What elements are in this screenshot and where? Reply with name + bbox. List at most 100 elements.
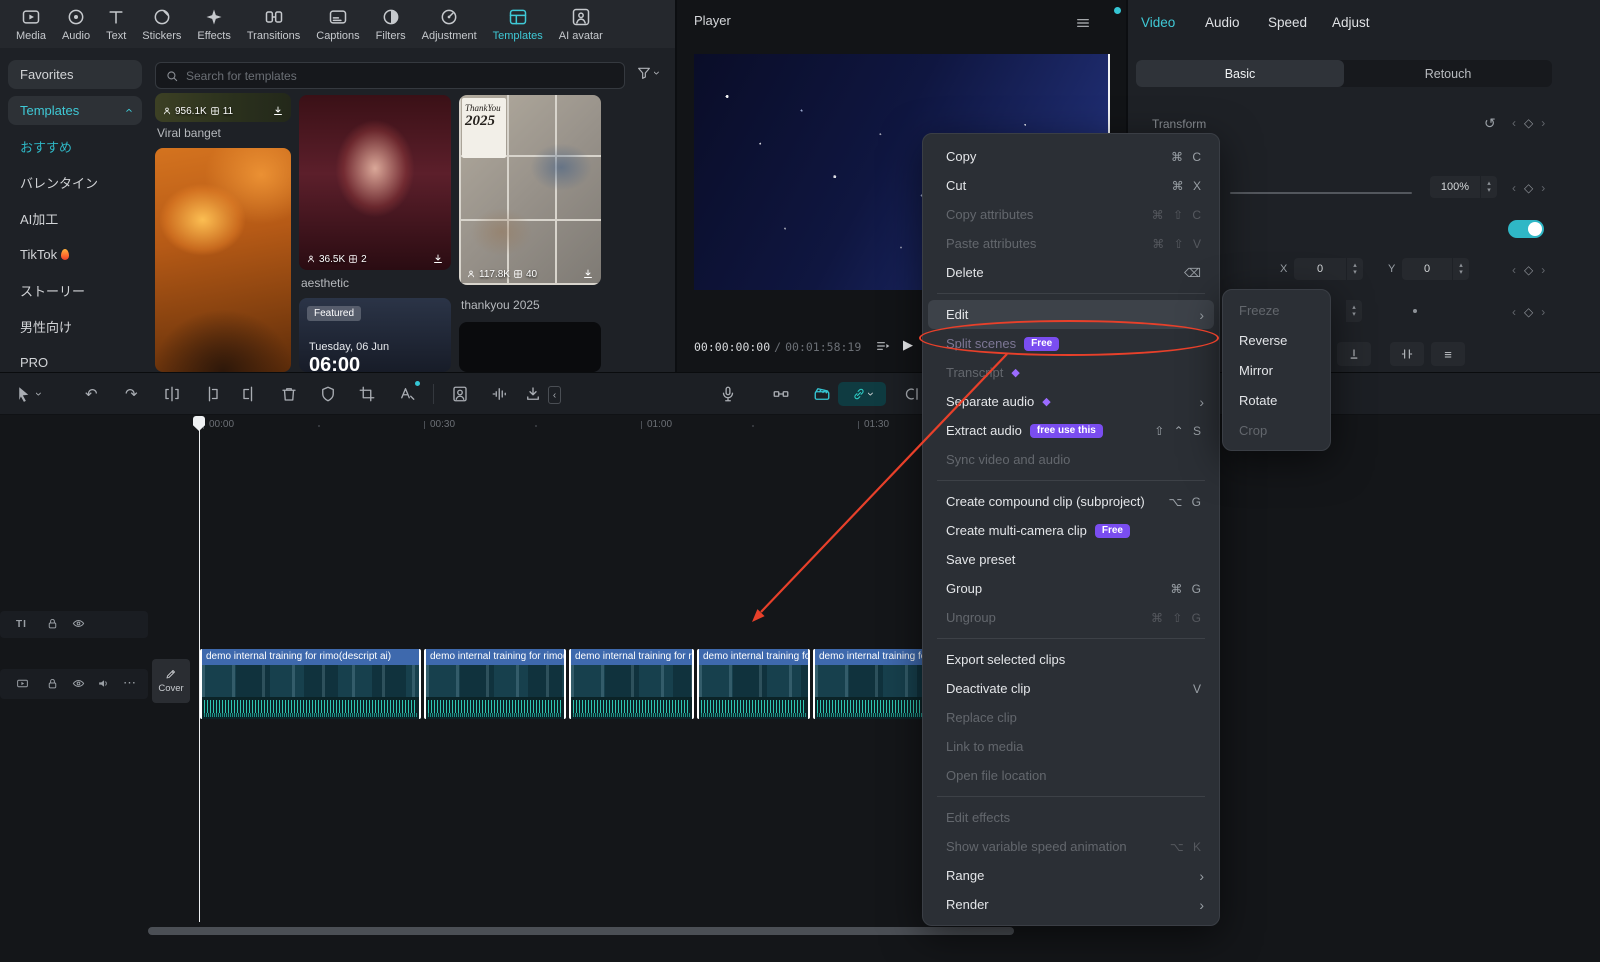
menu-item-edit[interactable]: Edit› [928, 300, 1214, 329]
template-title[interactable]: thankyou 2025 [461, 298, 540, 312]
menu-item-create-compound-clip[interactable]: Create compound clip (subproject)⌥ G [928, 487, 1214, 516]
tab-basic[interactable]: Basic [1136, 60, 1344, 87]
undo-icon[interactable]: ↶ [85, 385, 98, 403]
sidebar-item-ai-processing[interactable]: AI加工 [8, 204, 142, 233]
template-card-aesthetic[interactable]: 36.5K 2 [299, 95, 451, 270]
tab-video[interactable]: Video [1141, 15, 1175, 30]
stepper-up-icon[interactable]: ▴ [1487, 180, 1491, 187]
template-card-dark[interactable] [459, 322, 601, 372]
sidebar-item-valentine[interactable]: バレンタイン [8, 168, 142, 197]
select-tool-icon[interactable] [14, 385, 32, 403]
menu-item-copy[interactable]: Copy⌘ C [928, 142, 1214, 171]
toolbar-item-text[interactable]: Text [98, 7, 134, 42]
toolbar-item-ai-avatar[interactable]: AI avatar [551, 7, 611, 42]
sidebar-item-tiktok[interactable]: TikTok [8, 240, 142, 269]
tab-adjust[interactable]: Adjust [1332, 15, 1370, 30]
download-icon[interactable] [582, 268, 594, 280]
download-icon[interactable] [432, 253, 444, 265]
toolbar-item-filters[interactable]: Filters [368, 7, 414, 42]
template-card-featured[interactable]: Featured Tuesday, 06 Jun 06:00 [299, 298, 451, 372]
portrait-tool-icon[interactable] [451, 385, 469, 403]
menu-item-export-selected-clips[interactable]: Export selected clips [928, 645, 1214, 674]
lock-icon[interactable] [46, 617, 59, 630]
collapse-panel-icon[interactable]: ‹ [548, 386, 561, 404]
import-icon[interactable] [524, 385, 542, 403]
eye-icon[interactable] [72, 677, 85, 690]
toggle-switch[interactable] [1508, 220, 1544, 238]
filter-button[interactable]: › [636, 65, 659, 81]
keyframe-prev-icon[interactable]: ‹ [1512, 181, 1516, 195]
stepper-down-icon[interactable]: ▾ [1459, 269, 1463, 276]
menu-item-create-multicam-clip[interactable]: Create multi-camera clipFree [928, 516, 1214, 545]
toolbar-item-adjustment[interactable]: Adjustment [414, 7, 485, 42]
menu-item-group[interactable]: Group⌘ G [928, 574, 1214, 603]
template-title[interactable]: aesthetic [301, 276, 349, 290]
reset-icon[interactable]: ↺ [1484, 115, 1496, 132]
align-justify-button[interactable]: ≡ [1431, 342, 1465, 366]
cover-button[interactable]: Cover [152, 659, 190, 703]
crop-tool-icon[interactable] [358, 385, 376, 403]
tab-audio[interactable]: Audio [1205, 15, 1240, 30]
sidebar-item-templates[interactable]: Templates› [8, 96, 142, 125]
playhead-line[interactable] [199, 416, 200, 922]
eye-icon[interactable] [72, 617, 85, 630]
keyframe-next-icon[interactable]: › [1541, 305, 1545, 319]
menu-item-save-preset[interactable]: Save preset [928, 545, 1214, 574]
template-card-thankyou[interactable]: ThankYou 2025 117.8K 40 [459, 95, 601, 285]
sidebar-item-favorites[interactable]: Favorites [8, 60, 142, 89]
template-card-viral[interactable]: 956.1K 11 [155, 93, 291, 122]
menu-item-delete[interactable]: Delete⌫ [928, 258, 1214, 287]
keyframe-prev-icon[interactable]: ‹ [1512, 305, 1516, 319]
align-bottom-button[interactable] [1337, 342, 1371, 366]
submenu-item-reverse[interactable]: Reverse [1227, 325, 1326, 355]
menu-item-cut[interactable]: Cut⌘ X [928, 171, 1214, 200]
stepper-down-icon[interactable]: ▾ [1352, 311, 1356, 318]
submenu-item-rotate[interactable]: Rotate [1227, 385, 1326, 415]
keyframe-diamond-icon[interactable]: ◇ [1524, 305, 1533, 319]
rotation-stepper[interactable]: ▴▾ [1346, 300, 1362, 322]
magic-tool-icon[interactable] [813, 385, 831, 403]
horizontal-scrollbar[interactable] [148, 927, 1014, 935]
timeline-clip[interactable]: demo internal training for rimo(descript… [697, 649, 810, 719]
speaker-icon[interactable] [97, 677, 110, 690]
search-input[interactable] [186, 69, 615, 83]
toolbar-item-transitions[interactable]: Transitions [239, 7, 308, 42]
play-queue-icon[interactable] [875, 338, 891, 354]
lock-icon[interactable] [46, 677, 59, 690]
toolbar-item-captions[interactable]: Captions [308, 7, 367, 42]
keyframe-diamond-icon[interactable]: ◇ [1524, 181, 1533, 195]
download-icon[interactable] [272, 105, 284, 117]
timeline-clip[interactable]: demo internal training for rimo(descript… [424, 649, 566, 719]
menu-item-render[interactable]: Render› [928, 890, 1214, 919]
keyframe-diamond-icon[interactable]: ◇ [1524, 116, 1533, 130]
toolbar-item-audio[interactable]: Audio [54, 7, 98, 42]
tab-speed[interactable]: Speed [1268, 15, 1307, 30]
rotation-dial-icon[interactable] [1413, 309, 1417, 313]
submenu-item-mirror[interactable]: Mirror [1227, 355, 1326, 385]
y-stepper[interactable]: ▴▾ [1453, 258, 1469, 280]
y-value[interactable]: 0 [1402, 258, 1452, 280]
template-card-cat[interactable] [155, 148, 291, 372]
play-button[interactable]: ▶ [903, 337, 913, 353]
menu-item-extract-audio[interactable]: Extract audiofree use this⇧ ⌃ S [928, 416, 1214, 445]
microphone-icon[interactable] [719, 385, 737, 403]
align-center-button[interactable] [1390, 342, 1424, 366]
stepper-up-icon[interactable]: ▴ [1353, 262, 1357, 269]
timeline-clip[interactable]: demo internal training for rimo(descript… [813, 649, 937, 719]
scale-stepper[interactable]: ▴▾ [1481, 176, 1497, 198]
sidebar-item-pro[interactable]: PRO [8, 348, 142, 372]
sidebar-item-story[interactable]: ストーリー [8, 276, 142, 305]
x-value[interactable]: 0 [1294, 258, 1346, 280]
toolbar-item-templates[interactable]: Templates [485, 7, 551, 42]
mask-icon[interactable] [319, 385, 337, 403]
timeline-clip[interactable]: demo internal training for rimo(descript… [569, 649, 694, 719]
toolbar-item-media[interactable]: Media [8, 7, 54, 42]
toolbar-item-stickers[interactable]: Stickers [134, 7, 189, 42]
player-menu-icon[interactable] [1075, 15, 1091, 31]
x-stepper[interactable]: ▴▾ [1347, 258, 1363, 280]
stepper-down-icon[interactable]: ▾ [1353, 269, 1357, 276]
keyframe-prev-icon[interactable]: ‹ [1512, 263, 1516, 277]
keyframe-next-icon[interactable]: › [1541, 263, 1545, 277]
keyframe-diamond-icon[interactable]: ◇ [1524, 263, 1533, 277]
keyframe-next-icon[interactable]: › [1541, 181, 1545, 195]
